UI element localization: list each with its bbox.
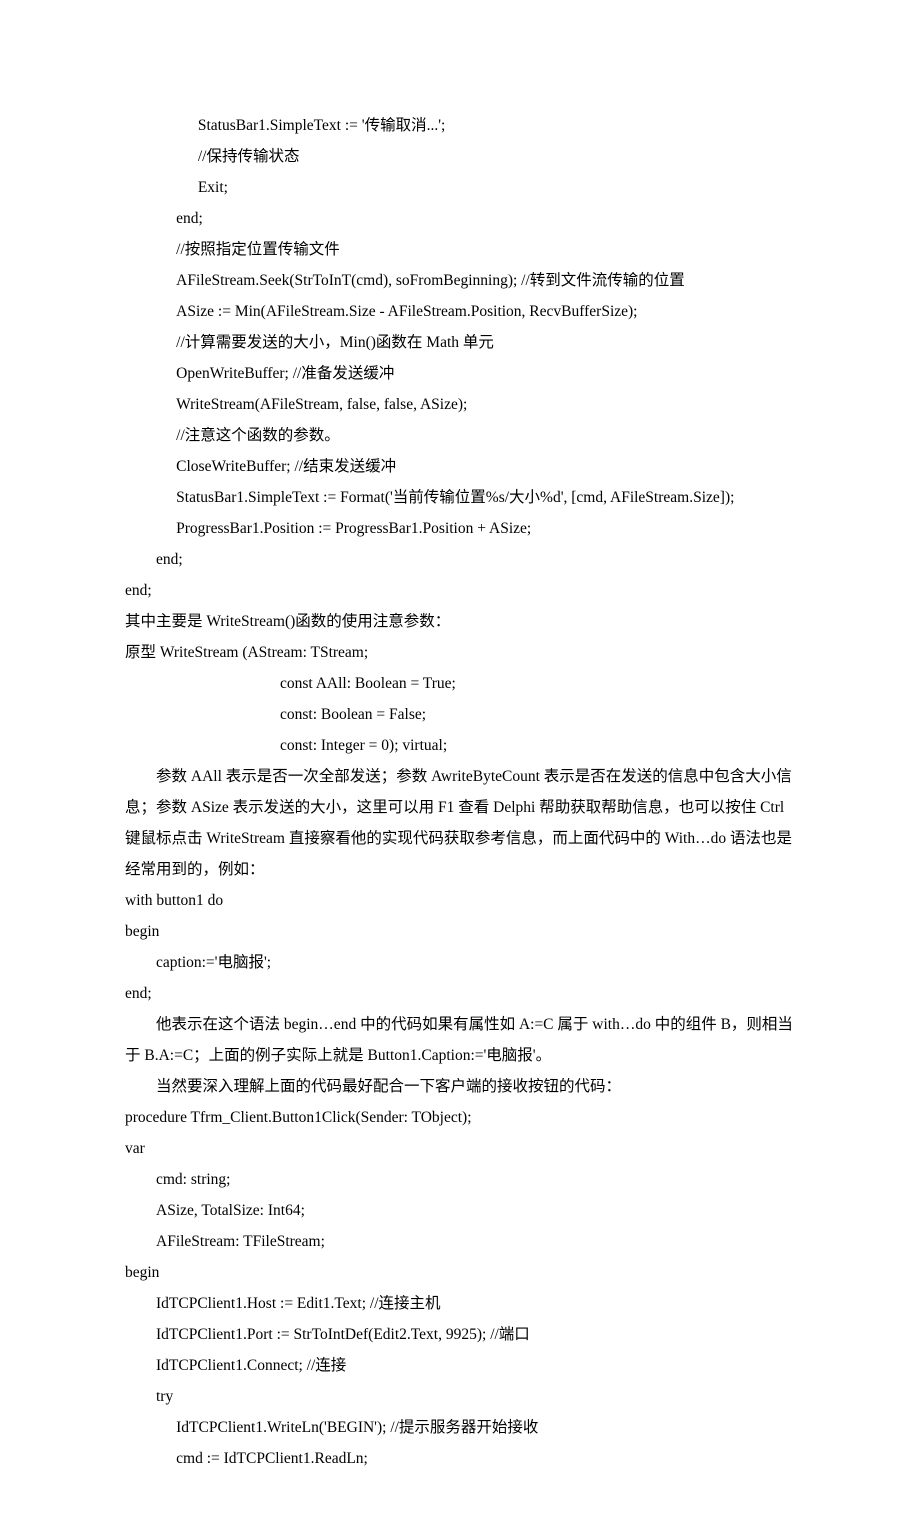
text-line: IdTCPClient1.WriteLn('BEGIN'); //提示服务器开始… xyxy=(125,1412,795,1443)
text-line: procedure Tfrm_Client.Button1Click(Sende… xyxy=(125,1102,795,1133)
text-line: 原型 WriteStream (AStream: TStream; xyxy=(125,637,795,668)
text-line: ProgressBar1.Position := ProgressBar1.Po… xyxy=(125,513,795,544)
text-line: const AAll: Boolean = True; xyxy=(125,668,795,699)
text-line: WriteStream(AFileStream, false, false, A… xyxy=(125,389,795,420)
text-line: end; xyxy=(125,544,795,575)
text-line: //计算需要发送的大小，Min()函数在 Math 单元 xyxy=(125,327,795,358)
text-line: var xyxy=(125,1133,795,1164)
text-line: 他表示在这个语法 begin…end 中的代码如果有属性如 A:=C 属于 wi… xyxy=(125,1009,795,1071)
text-line: //注意这个函数的参数。 xyxy=(125,420,795,451)
text-line: IdTCPClient1.Port := StrToIntDef(Edit2.T… xyxy=(125,1319,795,1350)
text-line: CloseWriteBuffer; //结束发送缓冲 xyxy=(125,451,795,482)
text-line: const: Integer = 0); virtual; xyxy=(125,730,795,761)
text-line: begin xyxy=(125,1257,795,1288)
text-line: end; xyxy=(125,575,795,606)
text-line: IdTCPClient1.Host := Edit1.Text; //连接主机 xyxy=(125,1288,795,1319)
text-line: cmd: string; xyxy=(125,1164,795,1195)
text-line: IdTCPClient1.Connect; //连接 xyxy=(125,1350,795,1381)
text-line: AFileStream: TFileStream; xyxy=(125,1226,795,1257)
text-line: StatusBar1.SimpleText := '传输取消...'; xyxy=(125,110,795,141)
text-line: 参数 AAll 表示是否一次全部发送；参数 AwriteByteCount 表示… xyxy=(125,761,795,885)
text-line: ASize, TotalSize: Int64; xyxy=(125,1195,795,1226)
text-line: AFileStream.Seek(StrToInT(cmd), soFromBe… xyxy=(125,265,795,296)
text-line: 其中主要是 WriteStream()函数的使用注意参数： xyxy=(125,606,795,637)
text-line: try xyxy=(125,1381,795,1412)
text-line: with button1 do xyxy=(125,885,795,916)
text-line: end; xyxy=(125,978,795,1009)
text-line: //按照指定位置传输文件 xyxy=(125,234,795,265)
text-line: begin xyxy=(125,916,795,947)
document-page: StatusBar1.SimpleText := '传输取消...';//保持传… xyxy=(0,0,920,1534)
text-line: //保持传输状态 xyxy=(125,141,795,172)
text-line: Exit; xyxy=(125,172,795,203)
text-line: StatusBar1.SimpleText := Format('当前传输位置%… xyxy=(125,482,795,513)
text-line: const: Boolean = False; xyxy=(125,699,795,730)
text-line: caption:='电脑报'; xyxy=(125,947,795,978)
text-line: end; xyxy=(125,203,795,234)
text-line: OpenWriteBuffer; //准备发送缓冲 xyxy=(125,358,795,389)
text-line: cmd := IdTCPClient1.ReadLn; xyxy=(125,1443,795,1474)
text-line: ASize := Min(AFileStream.Size - AFileStr… xyxy=(125,296,795,327)
text-line: 当然要深入理解上面的代码最好配合一下客户端的接收按钮的代码： xyxy=(125,1071,795,1102)
